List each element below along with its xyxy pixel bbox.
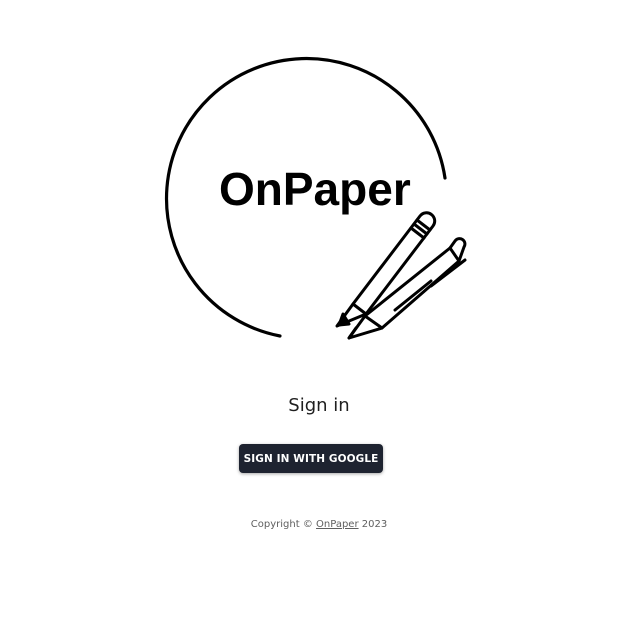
logo-text: OnPaper <box>219 163 411 215</box>
onpaper-logo: OnPaper <box>155 48 475 348</box>
signin-title: Sign in <box>288 395 350 416</box>
copyright-year: 2023 <box>361 519 388 530</box>
copyright-prefix: Copyright © <box>250 519 313 530</box>
onpaper-link[interactable]: OnPaper <box>316 519 359 530</box>
copyright-footer: Copyright © OnPaper 2023 <box>0 519 638 530</box>
sign-in-with-google-button[interactable]: SIGN IN WITH GOOGLE <box>239 444 383 473</box>
signin-page: OnPaper Sign in SIGN IN WITH GOOGLE Copy… <box>0 0 638 631</box>
google-button-label: SIGN IN WITH GOOGLE <box>243 452 379 465</box>
